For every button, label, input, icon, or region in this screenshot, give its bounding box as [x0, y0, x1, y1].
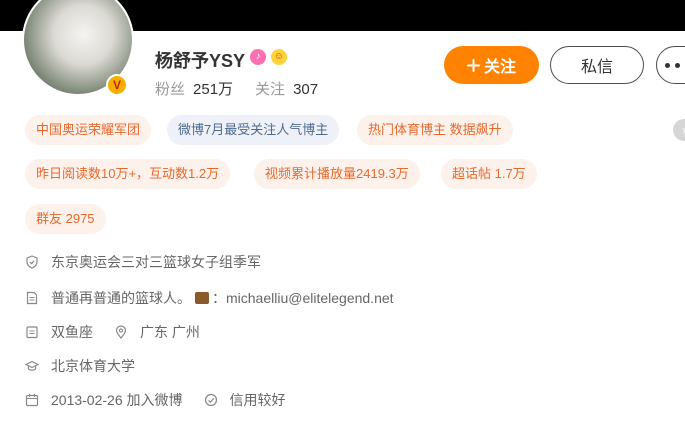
location-text: 广东 广州 [140, 324, 200, 340]
tags-scroll-right-icon[interactable]: › [673, 119, 685, 141]
zodiac-text: 双鱼座 [51, 324, 93, 340]
shield-icon [26, 255, 38, 269]
avatar-container[interactable]: V [22, 0, 134, 100]
fans-stat[interactable]: 粉丝 251万 [155, 81, 233, 98]
fans-count: 251万 [193, 81, 234, 98]
message-button[interactable]: 私信 [550, 46, 644, 84]
info-bio: 普通再普通的篮球人。 ： michaelliu@elitelegend.net [25, 288, 394, 308]
following-count: 307 [293, 81, 319, 98]
credit-text: 信用较好 [229, 392, 286, 408]
graduation-cap-icon [25, 360, 39, 371]
tag-hot-sports-blogger[interactable]: 热门体育博主 数据飙升 [357, 115, 513, 145]
follow-button[interactable]: 关注 [444, 46, 539, 84]
tag-video-plays[interactable]: 视频累计播放量2419.3万 [254, 159, 420, 189]
fans-label: 粉丝 [155, 81, 186, 98]
message-label: 私信 [580, 59, 613, 76]
follow-label: 关注 [483, 59, 516, 76]
more-dot-icon [675, 62, 680, 68]
profile-stats: 粉丝 251万 关注 307 [155, 78, 318, 99]
school-text: 北京体育大学 [51, 358, 135, 374]
more-button[interactable] [656, 46, 685, 84]
info-honor: 东京奥运会三对三篮球女子组季军 [25, 252, 261, 272]
member-level-icon[interactable]: ♪ [250, 49, 266, 65]
info-join-credit: 2013-02-26 加入微博 信用较好 [25, 390, 286, 410]
following-label: 关注 [255, 81, 286, 98]
following-stat[interactable]: 关注 307 [255, 81, 318, 98]
plus-icon [466, 58, 480, 72]
calendar-card-icon [26, 326, 38, 339]
more-dot-icon [665, 62, 670, 68]
calendar-icon [25, 394, 39, 407]
bio-text: 普通再普通的篮球人。 [51, 290, 191, 306]
verified-badge-icon: V [106, 74, 128, 96]
info-zodiac-location: 双鱼座 广东 广州 [25, 322, 200, 342]
info-school: 北京体育大学 [25, 356, 135, 376]
tag-daily-reads[interactable]: 昨日阅读数10万+，互动数1.2万 [25, 159, 231, 189]
profile-name: 杨舒予YSY [155, 51, 246, 71]
tag-group-members[interactable]: 群友 2975 [25, 204, 106, 234]
honor-text: 东京奥运会三对三篮球女子组季军 [51, 254, 261, 270]
bio-separator: ： [212, 290, 226, 306]
bio-email: michaelliu@elitelegend.net [226, 290, 394, 306]
tag-popular-blogger[interactable]: 微博7月最受关注人气博主 [167, 115, 340, 145]
document-icon [26, 291, 38, 305]
join-date-text: 2013-02-26 加入微博 [51, 392, 183, 408]
briefcase-icon [195, 292, 209, 304]
credit-icon [204, 393, 217, 407]
emoji-badge-icon[interactable]: ☺ [271, 49, 287, 65]
location-pin-icon [115, 325, 127, 339]
tag-super-topic[interactable]: 超话帖 1.7万 [441, 159, 537, 189]
tag-olympic-team[interactable]: 中国奥运荣耀军团 [25, 115, 152, 145]
